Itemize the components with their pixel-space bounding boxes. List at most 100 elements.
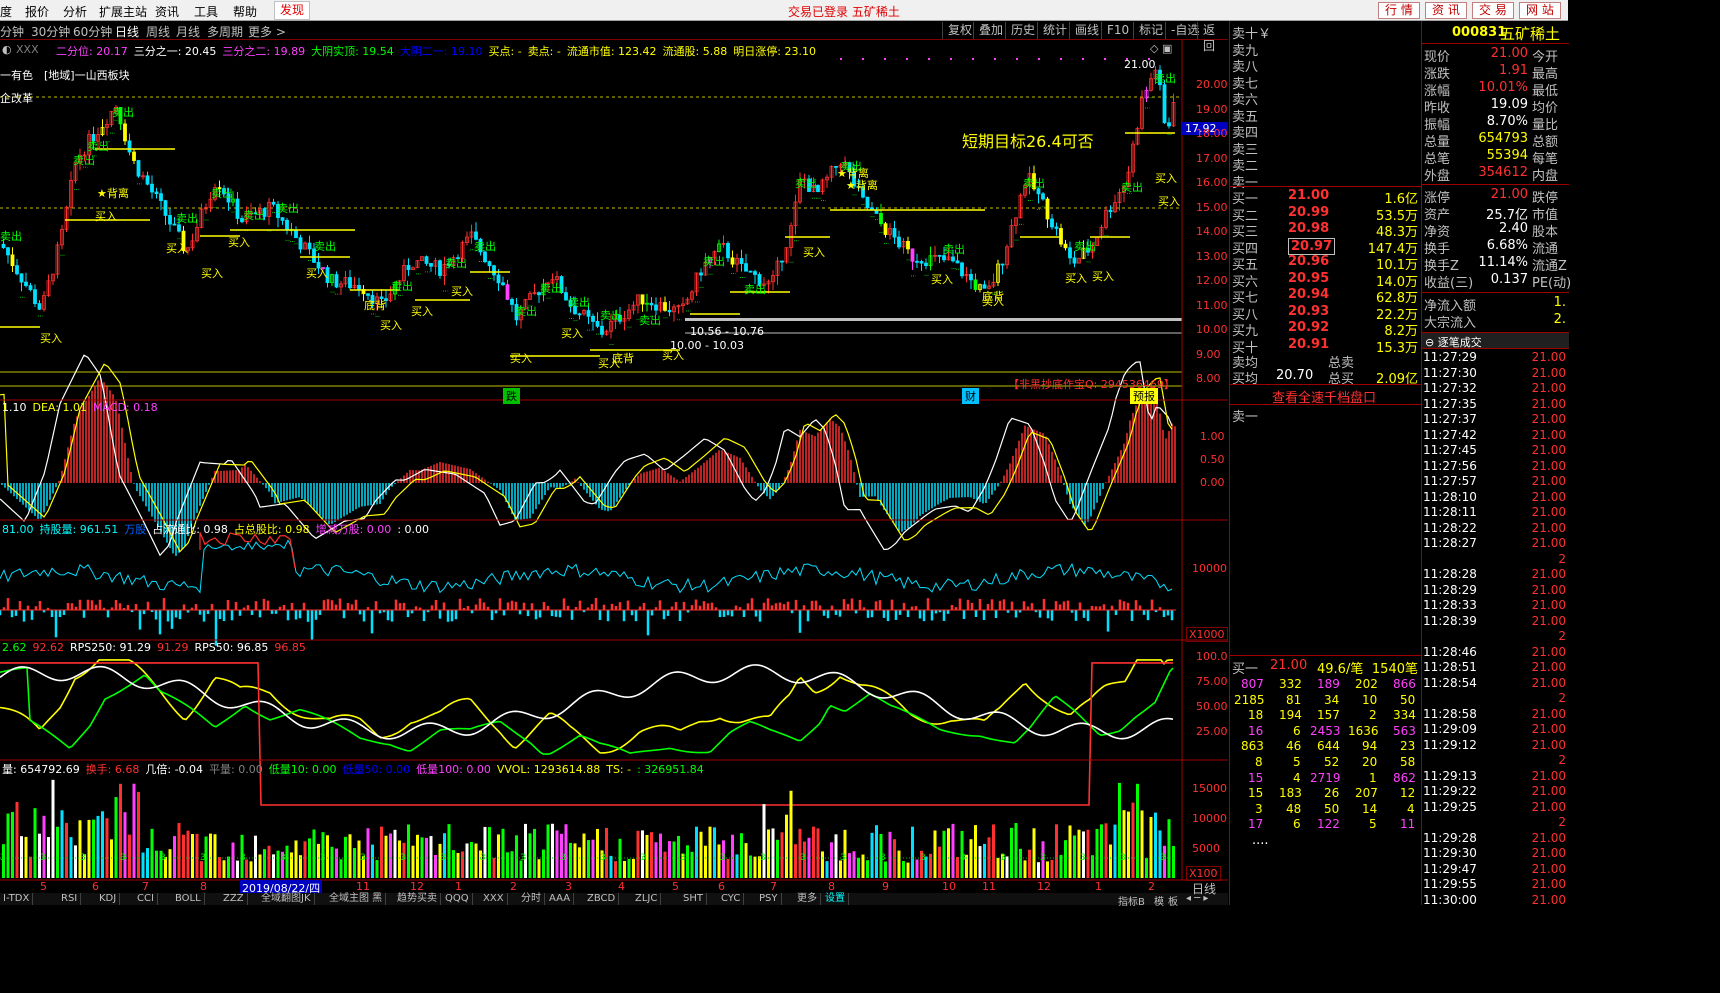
price-tick: 9.00 — [1196, 347, 1221, 361]
trade-button[interactable]: 交 易 — [1472, 2, 1514, 19]
website-button[interactable]: 网 站 — [1519, 2, 1561, 19]
queue-cell: 2719 — [1310, 770, 1341, 785]
bid-price: 21.00 — [1288, 188, 1330, 203]
f10-button[interactable]: F10 — [1101, 22, 1134, 39]
indicator-tab[interactable]: PSY — [756, 893, 782, 905]
mark-button[interactable]: 标记 — [1133, 22, 1168, 39]
indicator-tab[interactable]: CYC — [718, 893, 745, 905]
menu-item-extended[interactable]: 扩展主站 — [99, 3, 147, 20]
holdings-value-2: 万股 — [124, 523, 147, 536]
news-button[interactable]: 资 讯 — [1425, 2, 1467, 19]
quote-value: 8.70% — [1486, 114, 1528, 129]
indicator-tab[interactable]: I-TDX — [0, 893, 34, 905]
signal-sell: 卖出 — [703, 255, 725, 268]
queue-cell: 10 — [1362, 692, 1378, 707]
book-divider — [1230, 384, 1421, 385]
period-60min[interactable]: 60分钟 — [73, 23, 112, 40]
signal-divergence: ★背离 — [846, 179, 878, 192]
period-30min[interactable]: 30分钟 — [31, 23, 70, 40]
history-button[interactable]: 历史 — [1005, 22, 1040, 39]
volume-header: 量: 654792.69 换手: 6.68 几倍: -0.04 平量: 0.00 低量1… — [2, 761, 710, 777]
indicator-tab[interactable]: ZBCD — [584, 893, 620, 905]
macd-tick: 0.00 — [1200, 476, 1225, 489]
marker-cai[interactable]: 财 — [962, 388, 979, 404]
signal-sell: 卖出 — [277, 202, 299, 215]
quote-label: 收益(三) — [1424, 276, 1474, 291]
board-tab[interactable]: 板 — [1168, 893, 1178, 908]
sector-region-label: [地域]一山西板块 — [44, 69, 130, 82]
indicator-tab[interactable]: 趋势买卖 — [394, 893, 441, 905]
tick-price: 21.00 — [1531, 489, 1566, 504]
period-multi[interactable]: 多周期 — [207, 23, 243, 40]
queue-more: .... — [1252, 833, 1269, 848]
zoom-icon[interactable]: ◇ ▣ — [1150, 42, 1172, 55]
indicator-tab[interactable]: RSI — [58, 893, 82, 905]
quote-value: 654793 — [1478, 131, 1528, 146]
indicator-tab[interactable]: 分时 — [518, 893, 545, 905]
bid-price: 20.95 — [1288, 270, 1330, 286]
overlay-button[interactable]: 叠加 — [973, 22, 1008, 39]
bid-price: 20.97 — [1288, 237, 1336, 255]
indicator-tab[interactable]: ZZZ — [220, 893, 248, 905]
indicator-tab[interactable]: 全域翻图JK — [258, 893, 315, 905]
menu-item-analysis[interactable]: 分析 — [63, 3, 87, 20]
indicator-tab[interactable]: AAA — [546, 893, 575, 905]
holdings-value-6: : 0.00 — [397, 523, 430, 536]
indicator-tab[interactable]: 更多 — [794, 893, 821, 905]
date-tick: 2 — [1148, 880, 1155, 893]
scroll-arrows[interactable]: ◂ ─ ▸ — [1186, 893, 1208, 904]
marker-die[interactable]: 跌 — [503, 388, 520, 404]
indicator-tab[interactable]: XXX — [480, 893, 508, 905]
indicator-b-tab[interactable]: 指标B — [1118, 893, 1145, 908]
tick-price: 21.00 — [1531, 799, 1566, 814]
back-button[interactable]: 返回 — [1197, 22, 1228, 53]
menu-item-quote[interactable]: 报价 — [25, 3, 49, 20]
stats-button[interactable]: 统计 — [1037, 22, 1072, 39]
menu-item-help[interactable]: 帮助 — [233, 3, 257, 20]
menu-item-discover[interactable]: 发现 — [274, 1, 311, 20]
signal-sell: 卖出 — [515, 305, 537, 318]
marker-yubao[interactable]: 预报 — [1130, 388, 1158, 404]
indicator-tab[interactable]: 设置 — [822, 893, 849, 905]
period-daily[interactable]: 日线 — [115, 23, 139, 40]
menu-item-tools[interactable]: 工具 — [194, 3, 218, 20]
sell1-queue-label: 卖一 — [1232, 410, 1259, 425]
queue-cell: 52 — [1324, 755, 1340, 769]
queue-cell: 94 — [1362, 739, 1378, 754]
indicator-tab[interactable]: SHT — [680, 893, 707, 905]
queue-cell: 8 — [1255, 755, 1263, 769]
tick-time: 11:29:22 — [1423, 784, 1477, 798]
signal-bottom: 底背 — [364, 299, 386, 312]
period-1min[interactable]: 分钟 — [0, 23, 24, 40]
indicator-tab[interactable]: BOLL — [172, 893, 205, 905]
draw-line-button[interactable]: 画线 — [1069, 22, 1104, 39]
rps-tick: 75.00 — [1196, 675, 1228, 688]
indicator-tab[interactable]: KDJ — [96, 893, 121, 905]
signal-buy: 买入 — [662, 349, 684, 362]
queue-cell: 20 — [1362, 755, 1378, 769]
chart-collapse-icon[interactable]: ◐ — [2, 43, 12, 56]
ticks-header[interactable]: ⊖ 逐笔成交 — [1422, 332, 1569, 349]
tick-time: 11:27:57 — [1423, 474, 1477, 488]
period-weekly[interactable]: 周线 — [146, 23, 170, 40]
macd-tick: 1.00 — [1200, 430, 1225, 443]
buy1-avg: 49.6/笔 — [1317, 662, 1364, 677]
indicator-tab[interactable]: CCI — [134, 893, 158, 905]
queue-cell: 81 — [1286, 692, 1302, 707]
bid-price: 20.94 — [1288, 287, 1330, 302]
indicator-tab[interactable]: 全域主图 黑 — [326, 893, 387, 905]
indicator-tab[interactable]: ZLJC — [632, 893, 662, 905]
template-tab[interactable]: 模 — [1154, 893, 1164, 908]
period-more[interactable]: 更多 > — [248, 23, 286, 40]
date-tick: 6 — [718, 880, 725, 893]
menu-item-0[interactable]: 度 — [0, 3, 12, 20]
quote-divider — [1422, 43, 1569, 44]
queue-cell: 16 — [1248, 723, 1264, 738]
indicator-tab[interactable]: QQQ — [442, 893, 473, 905]
menu-item-news[interactable]: 资讯 — [155, 3, 179, 20]
restore-rights-button[interactable]: 复权 — [942, 22, 977, 39]
volume-tick: 10000 — [1192, 812, 1227, 825]
period-monthly[interactable]: 月线 — [176, 23, 200, 40]
date-tick: 11 — [356, 880, 370, 893]
quote-button[interactable]: 行 情 — [1378, 2, 1420, 19]
